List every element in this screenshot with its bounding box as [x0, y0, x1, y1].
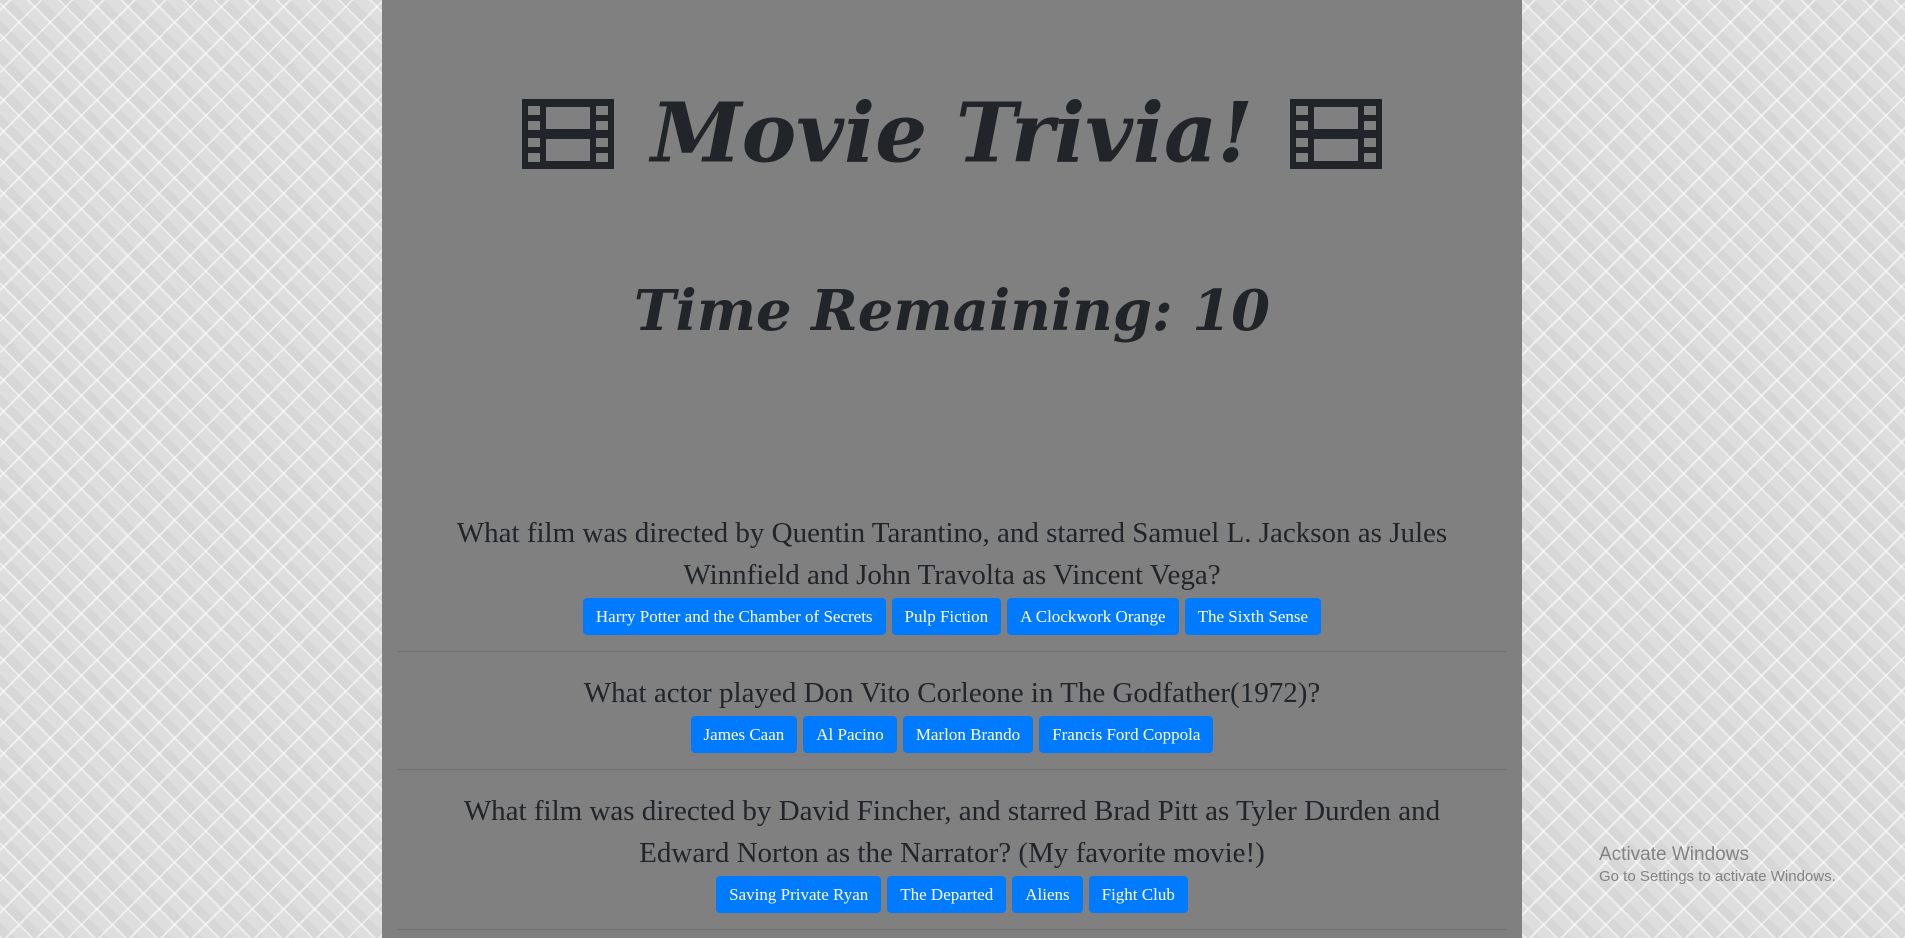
answer-group: Harry Potter and the Chamber of Secrets …	[398, 598, 1506, 635]
page-title: Movie Trivia!	[382, 78, 1522, 183]
question-text: What actor played Don Vito Corleone in T…	[583, 677, 1321, 709]
answer-button[interactable]: Marlon Brando	[902, 716, 1034, 753]
answer-button[interactable]: The Sixth Sense	[1184, 598, 1322, 635]
activate-windows-watermark: Activate Windows Go to Settings to activ…	[1599, 843, 1836, 887]
answer-button[interactable]: Aliens	[1012, 876, 1083, 913]
question-item: What film was directed by Quentin Tarant…	[398, 512, 1506, 652]
answer-button[interactable]: Saving Private Ryan	[716, 876, 882, 913]
question-item: What film was directed by David Fincher,…	[398, 790, 1506, 930]
answer-button[interactable]: Al Pacino	[803, 716, 897, 753]
main-panel: Movie Trivia! Time Remaining: 10 What fi…	[382, 0, 1522, 938]
answer-group: Saving Private Ryan The Departed Aliens …	[398, 876, 1506, 913]
watermark-subtitle: Go to Settings to activate Windows.	[1599, 868, 1836, 885]
answer-button[interactable]: The Departed	[887, 876, 1007, 913]
title-text: Movie Trivia!	[650, 85, 1254, 182]
answer-button[interactable]: Fight Club	[1088, 876, 1188, 913]
film-icon	[522, 98, 615, 169]
answer-button[interactable]: Harry Potter and the Chamber of Secrets	[582, 598, 886, 635]
question-list: What film was directed by Quentin Tarant…	[398, 512, 1506, 938]
question-text: What film was directed by David Fincher,…	[463, 795, 1441, 869]
time-remaining: Time Remaining: 10	[633, 278, 1271, 344]
question-item: What actor played Don Vito Corleone in T…	[398, 672, 1506, 770]
answer-button[interactable]: A Clockwork Orange	[1007, 598, 1179, 635]
watermark-title: Activate Windows	[1599, 844, 1749, 865]
film-icon	[1289, 98, 1382, 169]
answer-group: James Caan Al Pacino Marlon Brando Franc…	[398, 716, 1506, 753]
answer-button[interactable]: James Caan	[690, 716, 798, 753]
answer-button[interactable]: Pulp Fiction	[891, 598, 1002, 635]
answer-button[interactable]: Francis Ford Coppola	[1039, 716, 1214, 753]
question-text: What film was directed by Quentin Tarant…	[456, 517, 1448, 591]
